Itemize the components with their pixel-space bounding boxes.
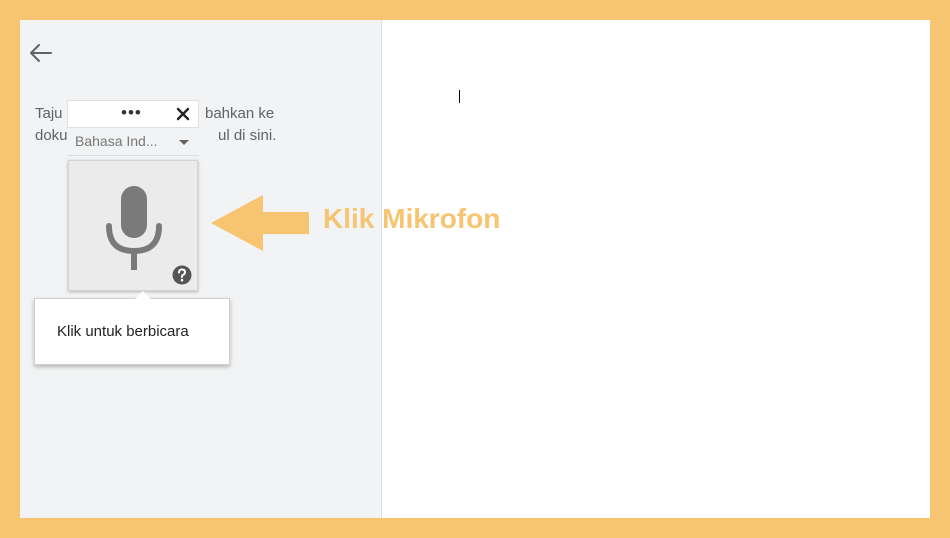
chevron-down-icon xyxy=(179,140,189,145)
document-outline-panel: Taju bahkan ke doku ul di sini. ••• Baha… xyxy=(20,20,382,518)
back-arrow-icon[interactable] xyxy=(28,42,54,64)
language-select[interactable]: Bahasa Ind... xyxy=(67,128,199,156)
microphone-button[interactable] xyxy=(68,160,198,291)
close-icon[interactable] xyxy=(174,105,192,123)
document-page[interactable] xyxy=(382,20,930,518)
language-label: Bahasa Ind... xyxy=(75,133,158,149)
outline-hint-line-1-end: bahkan ke xyxy=(205,105,275,122)
voice-typing-header: ••• xyxy=(67,100,199,128)
microphone-icon xyxy=(106,186,162,270)
help-icon[interactable] xyxy=(172,265,192,285)
more-dots-icon[interactable]: ••• xyxy=(121,103,142,123)
tooltip-pointer xyxy=(135,291,151,299)
annotation-label: Klik Mikrofon xyxy=(323,203,501,234)
annotation-arrow-icon xyxy=(211,195,309,251)
speak-tooltip: Klik untuk berbicara xyxy=(34,291,230,365)
outline-hint-line-2-end: ul di sini. xyxy=(218,127,277,144)
tooltip-text: Klik untuk berbicara xyxy=(57,323,189,340)
text-cursor xyxy=(459,90,460,103)
app-frame: Taju bahkan ke doku ul di sini. ••• Baha… xyxy=(20,20,930,518)
